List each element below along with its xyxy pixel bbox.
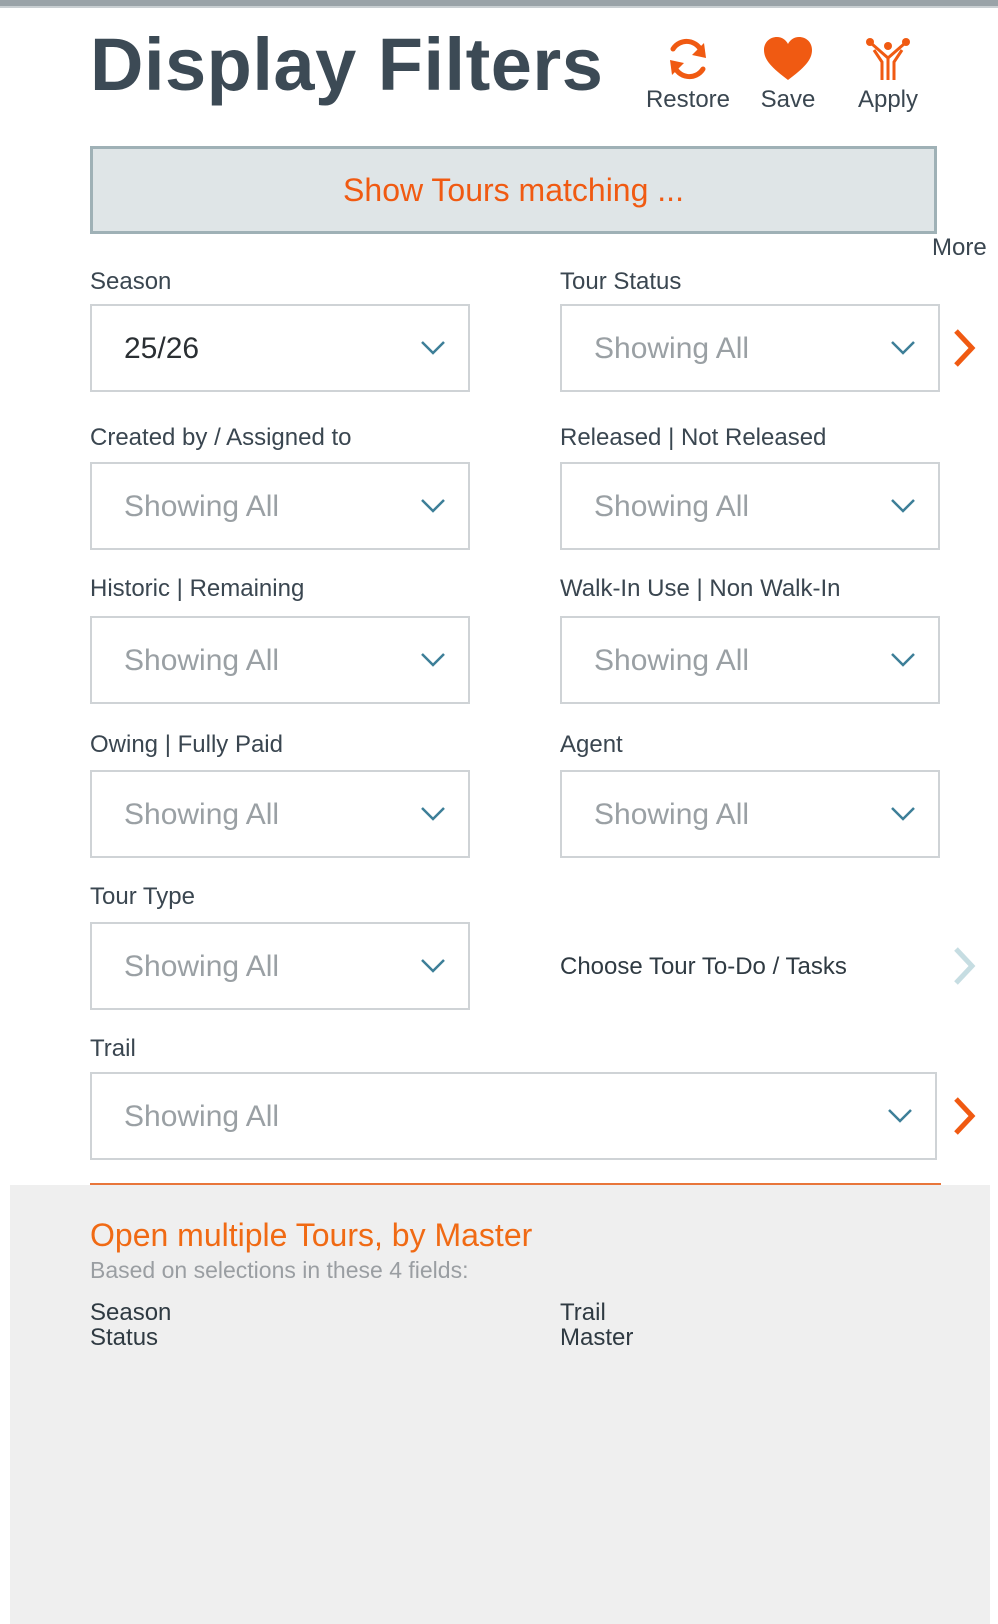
trail-label: Trail [90, 1035, 136, 1062]
master-field-status: Status [90, 1324, 159, 1351]
chevron-down-icon [891, 653, 915, 667]
save-button[interactable]: Save [733, 36, 843, 114]
chevron-down-icon [888, 1109, 912, 1123]
tour-status-value: Showing All [594, 332, 750, 365]
historic-label: Historic | Remaining [90, 575, 305, 602]
open-by-master-link[interactable]: Open multiple Tours, by Master [90, 1217, 532, 1254]
section-divider [90, 1183, 941, 1185]
tour-tasks-next-icon[interactable] [952, 946, 976, 986]
created-by-select[interactable]: Showing All [90, 462, 470, 550]
chevron-down-icon [421, 499, 445, 513]
master-subtitle: Based on selections in these 4 fields: [90, 1257, 469, 1283]
owing-select[interactable]: Showing All [90, 770, 470, 858]
trail-next-icon[interactable] [952, 1096, 976, 1136]
tour-status-next-icon[interactable] [952, 328, 976, 368]
page-title: Display Filters [90, 23, 604, 106]
tour-tasks-link[interactable]: Choose Tour To-Do / Tasks [560, 953, 847, 981]
walk-in-select[interactable]: Showing All [560, 616, 940, 704]
created-by-label: Created by / Assigned to [90, 424, 352, 451]
season-label: Season [90, 268, 172, 295]
owing-label: Owing | Fully Paid [90, 731, 283, 758]
tour-status-label: Tour Status [560, 268, 682, 295]
chevron-down-icon [421, 653, 445, 667]
season-select[interactable]: 25/26 [90, 304, 470, 392]
released-value: Showing All [594, 490, 750, 523]
apply-button[interactable]: Apply [833, 36, 943, 114]
tour-type-label: Tour Type [90, 883, 195, 910]
released-select[interactable]: Showing All [560, 462, 940, 550]
agent-label: Agent [560, 731, 623, 758]
refresh-icon [670, 38, 706, 80]
chevron-down-icon [421, 341, 445, 355]
save-label: Save [760, 86, 816, 113]
restore-button[interactable]: Restore [633, 36, 743, 114]
historic-select[interactable]: Showing All [90, 616, 470, 704]
historic-value: Showing All [124, 644, 280, 677]
chevron-down-icon [891, 341, 915, 355]
master-field-trail: Trail [560, 1299, 606, 1326]
banner-text: Show Tours matching ... [343, 171, 684, 208]
trail-select[interactable]: Showing All [90, 1072, 937, 1160]
chevron-down-icon [421, 959, 445, 973]
walk-in-label: Walk-In Use | Non Walk-In [560, 575, 841, 602]
tour-type-value: Showing All [124, 950, 280, 983]
tour-type-select[interactable]: Showing All [90, 922, 470, 1010]
chevron-down-icon [891, 499, 915, 513]
owing-value: Showing All [124, 798, 280, 831]
more-link[interactable]: More [932, 234, 987, 262]
agent-select[interactable]: Showing All [560, 770, 940, 858]
chevron-down-icon [891, 807, 915, 821]
master-field-master: Master [560, 1324, 634, 1351]
show-tours-banner: Show Tours matching ... [90, 146, 937, 234]
window-top-strip [0, 0, 998, 8]
created-by-value: Showing All [124, 490, 280, 523]
apply-label: Apply [857, 86, 919, 113]
trail-value: Showing All [124, 1100, 280, 1133]
walk-in-value: Showing All [594, 644, 750, 677]
fork-icon [866, 38, 910, 80]
master-field-season: Season [90, 1299, 172, 1326]
season-value: 25/26 [124, 332, 200, 365]
heart-icon [764, 37, 812, 80]
released-label: Released | Not Released [560, 424, 827, 451]
chevron-down-icon [421, 807, 445, 821]
agent-value: Showing All [594, 798, 750, 831]
restore-label: Restore [645, 86, 731, 113]
tour-status-select[interactable]: Showing All [560, 304, 940, 392]
